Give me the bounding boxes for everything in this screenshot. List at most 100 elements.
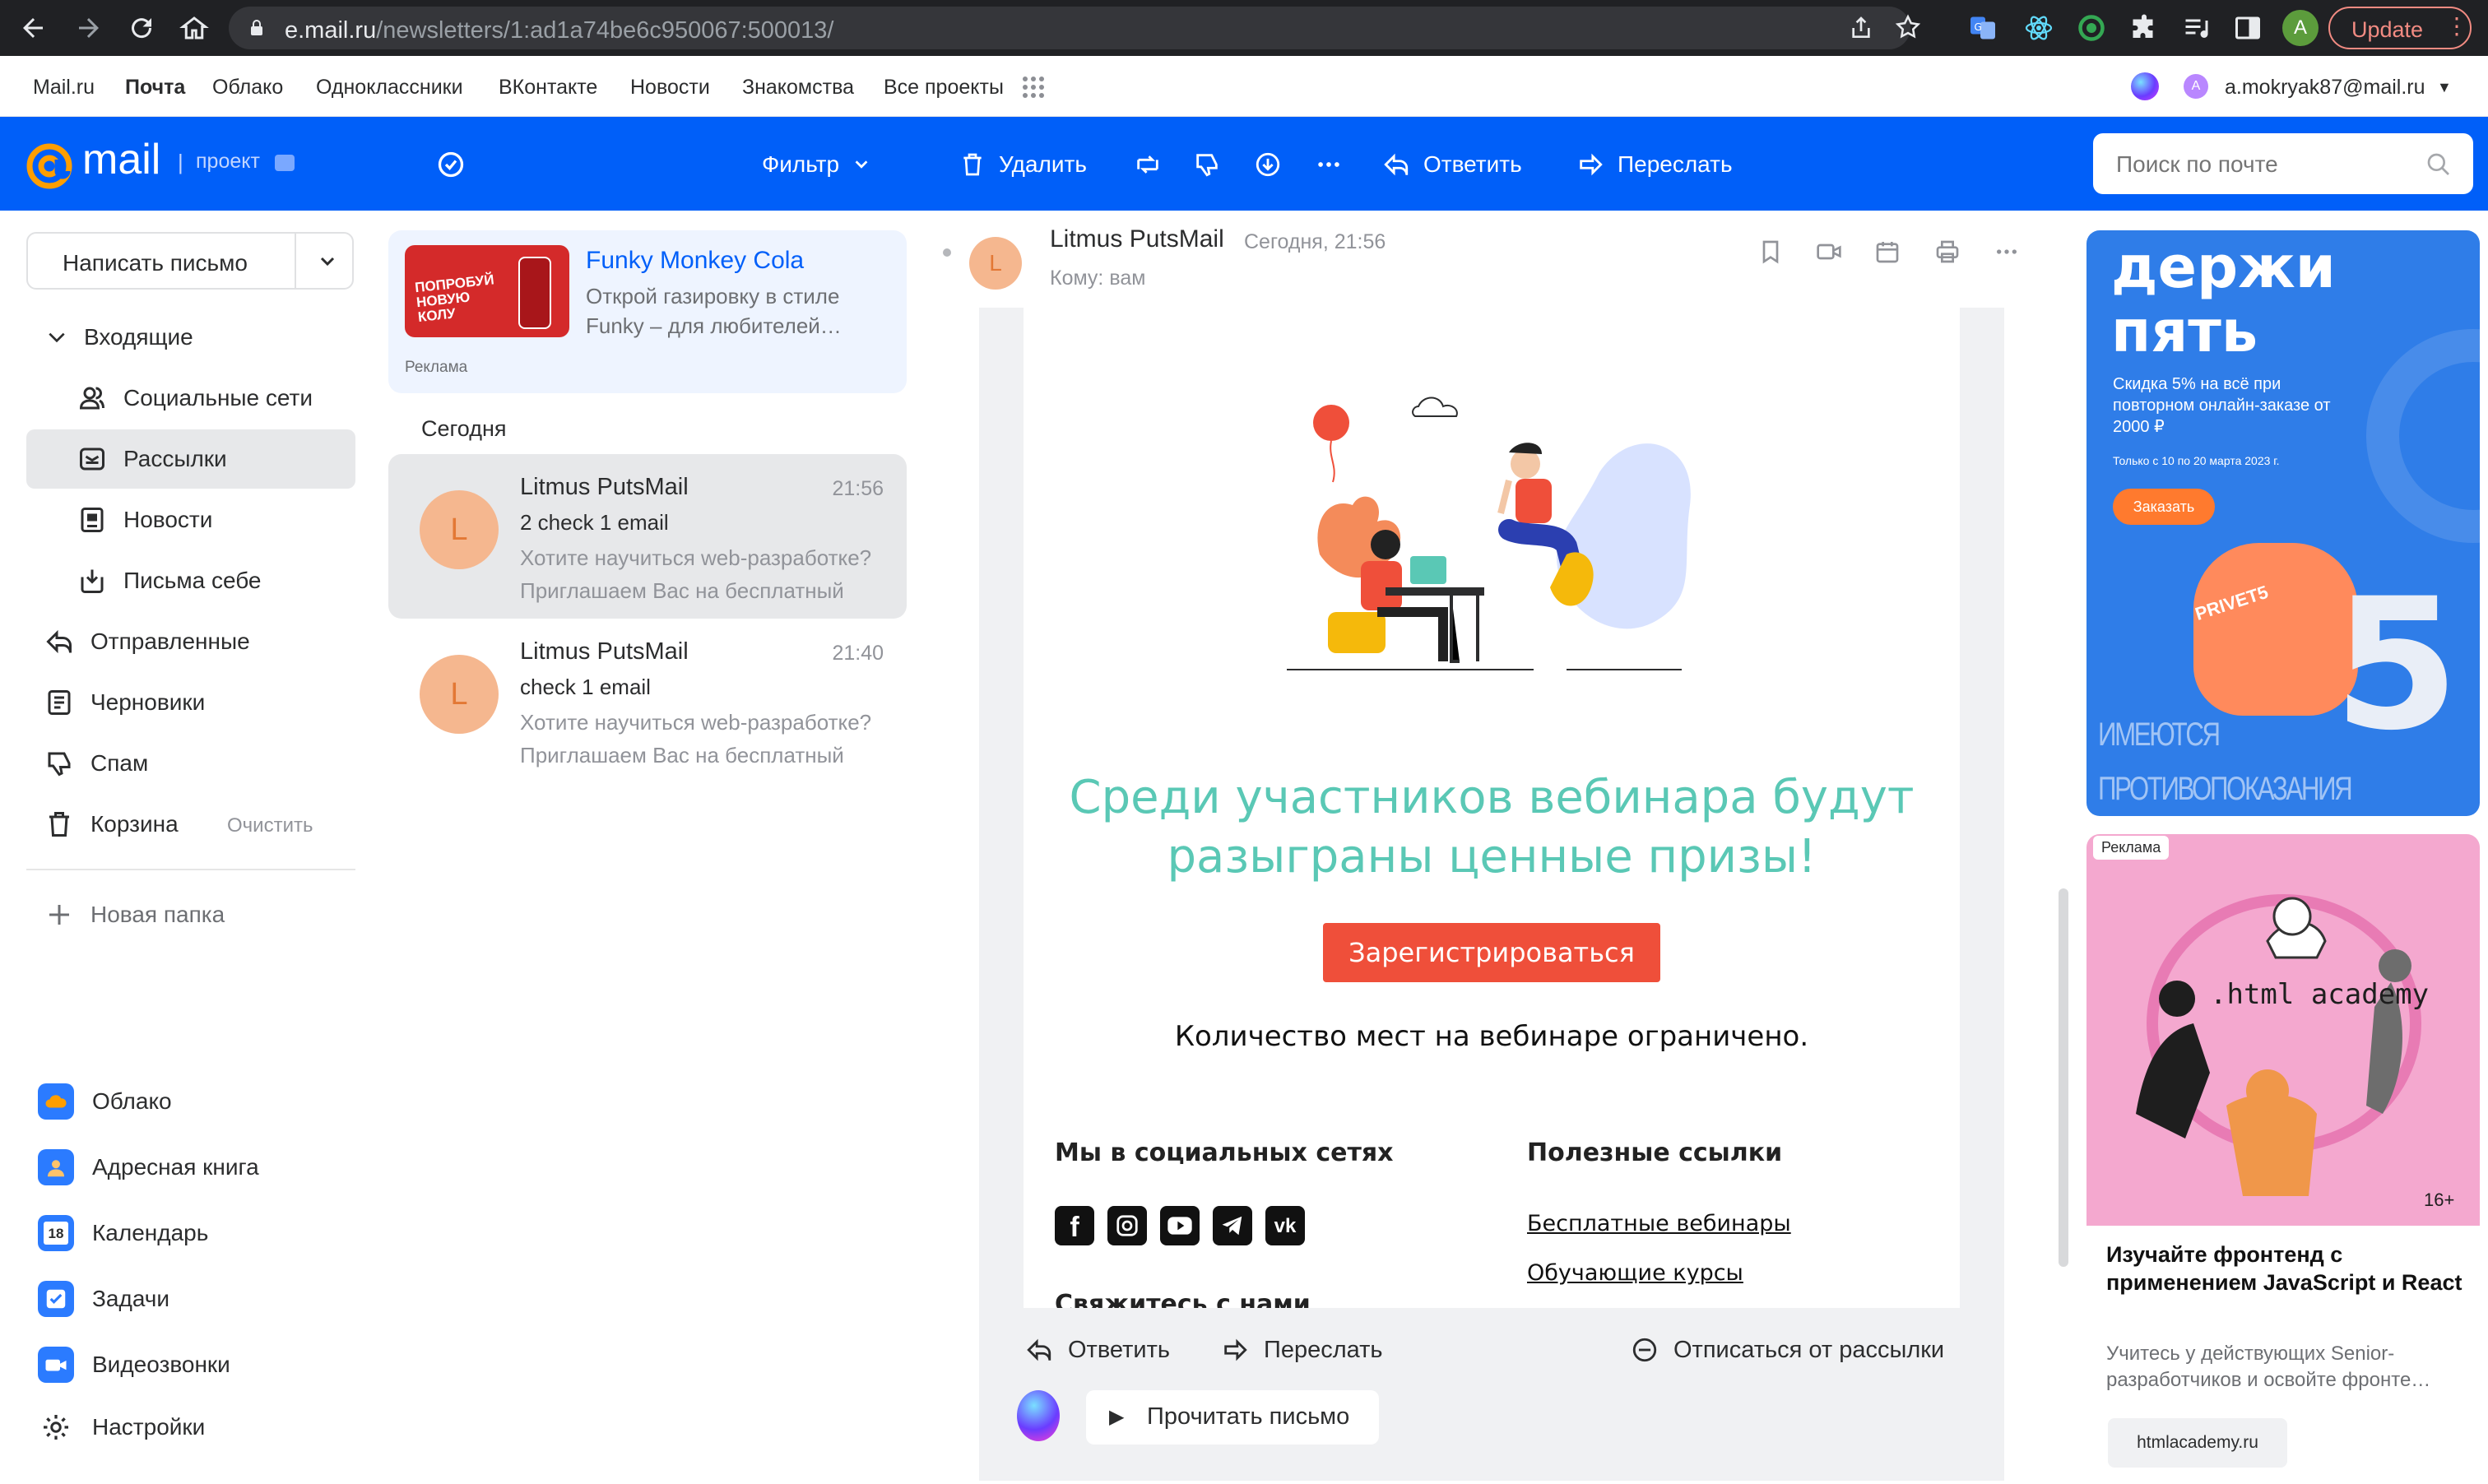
project-label: проект [196, 150, 260, 173]
compose-button[interactable]: Написать письмо [63, 250, 248, 276]
reader-sender-avatar[interactable]: L [969, 237, 1022, 290]
forward-button[interactable]: Переслать [1576, 148, 1733, 181]
sidebar-item-self[interactable]: Письма себе [26, 551, 355, 610]
target-extension-icon[interactable] [2077, 13, 2106, 43]
sidepanel-icon[interactable] [2233, 13, 2263, 43]
filter-button[interactable]: Фильтр [762, 148, 870, 181]
account-email[interactable]: a.mokryak87@mail.ru [2225, 76, 2425, 100]
trash-icon [49, 812, 69, 837]
forward-icon[interactable] [74, 13, 104, 43]
compose-options-chevron-icon[interactable] [318, 252, 337, 271]
forward-mail-icon [1224, 1338, 1247, 1361]
print-icon[interactable] [1933, 239, 1961, 265]
reader-sender-name[interactable]: Litmus PutsMail [1050, 225, 1224, 253]
portal-link-dating[interactable]: Знакомства [742, 76, 854, 100]
free-webinars-link[interactable]: Бесплатные вебинары [1527, 1211, 1791, 1236]
move-to-folder-button[interactable] [1134, 148, 1162, 181]
htmlacademy-ad-image[interactable]: Реклама .html academy 16+ [2086, 834, 2480, 1226]
mail-logo-at-icon[interactable] [25, 141, 74, 191]
sidebar-item-sent[interactable]: Отправленные [26, 612, 355, 671]
ad-dates-text: Только с 10 по 20 марта 2023 г. [2113, 454, 2280, 467]
portal-link-vk[interactable]: ВКонтакте [499, 76, 597, 100]
sidebar-item-news[interactable]: Новости [26, 490, 355, 550]
portal-link-news[interactable]: Новости [630, 76, 710, 100]
portal-link-ok[interactable]: Одноклассники [316, 76, 463, 100]
media-list-icon[interactable] [2182, 13, 2212, 43]
calendar-event-icon[interactable] [1874, 239, 1901, 265]
portal-link-cloud[interactable]: Облако [212, 76, 283, 100]
search-input[interactable] [2116, 151, 2412, 178]
reader-scrollbar[interactable] [2059, 888, 2068, 1267]
more-actions-button[interactable] [1315, 148, 1343, 181]
ad-bottom-title[interactable]: Изучайте фронтенд с применением JavaScri… [2106, 1241, 2468, 1296]
react-devtools-icon[interactable] [2024, 13, 2054, 43]
portal-link-all-projects[interactable]: Все проекты [884, 76, 1004, 100]
home-icon[interactable] [179, 13, 209, 43]
register-button[interactable]: Зарегистрироваться [1323, 923, 1660, 982]
unsubscribe-button[interactable]: Отписаться от рассылки [1631, 1336, 1944, 1364]
ad-title[interactable]: Funky Monkey Cola [586, 247, 804, 275]
app-address-book[interactable]: Адресная книга [38, 1147, 259, 1188]
video-icon[interactable] [1815, 239, 1843, 265]
translate-extension-icon[interactable]: G [1968, 13, 1998, 43]
instagram-icon[interactable] [1107, 1206, 1147, 1245]
address-bar[interactable]: e.mail.ru/newsletters/1:ad1a74be6c950067… [229, 7, 1921, 49]
sidebar-item-social[interactable]: Социальные сети [26, 369, 355, 428]
spam-button[interactable] [1193, 148, 1221, 181]
sidebar-item-spam[interactable]: Спам [26, 734, 355, 793]
search-icon[interactable] [2425, 151, 2452, 178]
reload-icon[interactable] [127, 13, 156, 43]
new-folder-button[interactable]: Новая папка [26, 885, 355, 944]
list-item[interactable]: L Litmus PutsMail 21:40 check 1 email Хо… [388, 619, 907, 783]
pharmacy-ad-banner[interactable]: держи пять Скидка 5% на всё при повторно… [2086, 230, 2480, 816]
chevron-down-icon[interactable] [46, 322, 67, 352]
facebook-icon[interactable]: f [1055, 1206, 1094, 1245]
app-cloud[interactable]: Облако [38, 1081, 172, 1122]
read-aloud-button[interactable]: ▶ Прочитать письмо [1086, 1390, 1379, 1445]
ad-order-button[interactable]: Заказать [2113, 489, 2215, 525]
marusia-voice-icon[interactable] [1017, 1390, 1060, 1441]
marusia-assistant-icon[interactable] [2131, 72, 2159, 100]
select-all-check-icon[interactable] [436, 150, 466, 179]
forward-bottom-button[interactable]: Переслать [1221, 1336, 1383, 1364]
portal-link-mailru[interactable]: Mail.ru [33, 76, 95, 100]
reader-recipients[interactable]: Кому: вам [1050, 267, 1145, 290]
sidebar-item-newsletters[interactable]: Рассылки [26, 429, 355, 489]
sidebar-item-inbox[interactable]: Входящие [26, 308, 355, 367]
reply-button[interactable]: Ответить [1382, 148, 1522, 181]
account-chevron-icon[interactable]: ▼ [2437, 79, 2452, 96]
bookmark-icon[interactable] [1757, 239, 1784, 265]
portal-link-mail[interactable]: Почта [125, 76, 185, 100]
extensions-puzzle-icon[interactable] [2129, 13, 2159, 43]
app-tasks[interactable]: Задачи [38, 1278, 169, 1319]
youtube-icon[interactable] [1160, 1206, 1200, 1245]
mail-logo-text[interactable]: mail [82, 135, 160, 184]
apps-grid-icon[interactable] [1022, 76, 1045, 99]
read-status-dot[interactable] [943, 248, 951, 257]
telegram-icon[interactable] [1213, 1206, 1252, 1245]
ad-domain-button[interactable]: htmlacademy.ru [2108, 1418, 2287, 1468]
update-button[interactable]: Update ⋮ [2328, 7, 2472, 49]
sidebar-item-label: Черновики [91, 689, 206, 715]
clear-trash-button[interactable]: Очистить [227, 814, 313, 837]
reply-bottom-button[interactable]: Ответить [1025, 1336, 1170, 1364]
list-item[interactable]: L Litmus PutsMail 21:56 2 check 1 email … [388, 454, 907, 619]
profile-avatar[interactable]: A [2282, 10, 2319, 46]
list-ad-card[interactable]: ПОПРОБУЙ НОВУЮ КОЛУ Funky Monkey Cola От… [388, 230, 907, 393]
archive-button[interactable] [1254, 148, 1282, 181]
sidebar-item-label: Новости [123, 507, 213, 532]
bookmark-star-icon[interactable] [1894, 13, 1922, 41]
message-snippet: Хотите научиться web-разработке? Приглаш… [520, 545, 872, 603]
back-icon[interactable] [18, 13, 48, 43]
reply-icon [1027, 1338, 1051, 1361]
app-calendar[interactable]: 18 Календарь [38, 1213, 208, 1254]
app-video-calls[interactable]: Видеозвонки [38, 1344, 230, 1385]
courses-link[interactable]: Обучающие курсы [1527, 1260, 1743, 1286]
mail-search-box[interactable] [2093, 133, 2473, 194]
share-icon[interactable] [1848, 15, 1874, 41]
more-dots-icon[interactable] [1993, 239, 2021, 265]
app-settings[interactable]: Настройки [38, 1407, 205, 1448]
vk-icon[interactable]: vk [1265, 1206, 1305, 1245]
sidebar-item-drafts[interactable]: Черновики [26, 673, 355, 732]
delete-button[interactable]: Удалить [959, 148, 1087, 181]
